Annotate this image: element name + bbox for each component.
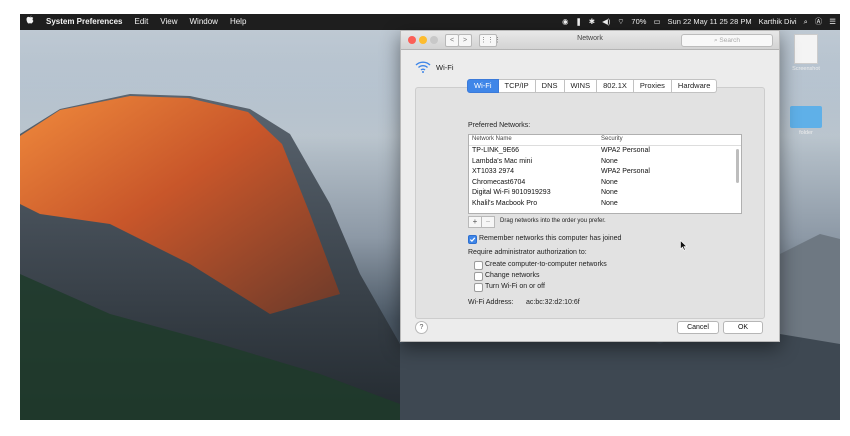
table-row[interactable]: Digital Wi-Fi 9010919293 None (469, 188, 741, 199)
create-networks-label: Create computer-to-computer networks (485, 261, 607, 268)
tab-hardware[interactable]: Hardware (671, 79, 718, 93)
desktop-folder-label: folder (799, 130, 813, 136)
admin-auth-label: Require administrator authorization to: (468, 249, 587, 256)
search-icon: ⌕ (713, 37, 718, 44)
help-button[interactable]: ? (415, 321, 428, 334)
change-networks-checkbox[interactable] (474, 272, 483, 281)
siri-icon[interactable]: Ⓐ (815, 14, 823, 30)
wifi-section-title: Wi-Fi (436, 62, 454, 72)
checkmark-icon (469, 237, 476, 242)
folder-icon (790, 106, 822, 128)
table-row[interactable]: Chromecast6704 None (469, 178, 741, 189)
toggle-wifi-checkbox[interactable] (474, 283, 483, 292)
mouse-pointer-icon (680, 240, 688, 251)
create-networks-checkbox[interactable] (474, 261, 483, 270)
battery-percent[interactable]: 70% (631, 14, 646, 30)
menu-app-name[interactable]: System Preferences (40, 14, 129, 30)
table-header: Network Name Security (469, 135, 741, 146)
chat-icon[interactable]: ❚ (576, 14, 582, 30)
network-security: None (601, 199, 618, 207)
change-networks-label: Change networks (485, 272, 540, 279)
tab-tcpip[interactable]: TCP/IP (498, 79, 536, 93)
menu-bar: System Preferences Edit View Window Help… (20, 14, 840, 30)
network-name: TP-LINK_9E66 (472, 147, 520, 154)
tab-8021x[interactable]: 802.1X (597, 79, 634, 93)
document-icon (794, 34, 818, 64)
menu-help[interactable]: Help (224, 14, 252, 30)
network-preferences-window: < > ⋮⋮⋮ Network ⌕ Search Wi-Fi Preferred… (400, 30, 780, 342)
user-name[interactable]: Karthik Divi (759, 14, 797, 30)
toggle-wifi-label: Turn Wi-Fi on or off (485, 283, 545, 290)
desktop-file-item[interactable]: Screenshot (788, 34, 824, 72)
apple-menu-icon[interactable] (20, 14, 40, 30)
network-name: XT1033 2974 (472, 168, 515, 175)
wifi-header: Wi-Fi (415, 61, 454, 73)
ok-button[interactable]: OK (723, 321, 763, 334)
desktop: System Preferences Edit View Window Help… (20, 14, 840, 420)
table-row[interactable]: Lambda's Mac mini None (469, 157, 741, 168)
network-name: Chromecast6704 (472, 178, 526, 186)
wifi-address-value: ac:bc:32:d2:10:6f (526, 299, 580, 306)
scrollbar[interactable] (736, 149, 739, 183)
table-row[interactable]: Khalil's Macbook Pro None (469, 199, 741, 210)
bluetooth-icon[interactable]: ✱ (589, 14, 595, 30)
menu-edit[interactable]: Edit (129, 14, 155, 30)
remember-networks-checkbox[interactable] (468, 235, 477, 244)
desktop-file-label: Screenshot (792, 66, 820, 72)
desktop-folder-item[interactable]: folder (786, 106, 826, 136)
table-row[interactable]: TP-LINK_9E66 WPA2 Personal (469, 146, 741, 157)
preferred-networks-table[interactable]: Network Name Security TP-LINK_9E66 WPA2 P… (468, 134, 742, 214)
column-security[interactable]: Security (601, 136, 623, 142)
record-icon[interactable]: ◉ (562, 14, 569, 30)
remove-network-button[interactable]: − (481, 216, 495, 228)
network-name: Khalil's Macbook Pro (472, 199, 538, 207)
network-name: Digital Wi-Fi 9010919293 (472, 189, 551, 196)
title-bar: < > ⋮⋮⋮ Network ⌕ Search (401, 31, 779, 50)
drag-hint: Drag networks into the order you prefer. (500, 218, 606, 224)
search-field[interactable]: ⌕ Search (681, 34, 773, 47)
notification-center-icon[interactable]: ☰ (829, 14, 836, 30)
tab-proxies[interactable]: Proxies (633, 79, 672, 93)
search-placeholder: Search (719, 37, 741, 44)
tab-wins[interactable]: WINS (564, 79, 598, 93)
settings-panel: Preferred Networks: Network Name Securit… (415, 87, 765, 319)
table-row[interactable]: XT1033 2974 WPA2 Personal (469, 167, 741, 178)
network-security: None (601, 157, 618, 165)
volume-icon[interactable]: ◀) (602, 14, 610, 30)
menu-window[interactable]: Window (184, 14, 224, 30)
network-security: WPA2 Personal (601, 147, 650, 154)
tab-bar: Wi-Fi TCP/IP DNS WINS 802.1X Proxies Har… (467, 79, 718, 93)
tab-wifi[interactable]: Wi-Fi (467, 79, 499, 93)
remember-networks-label: Remember networks this computer has join… (479, 235, 622, 242)
network-security: None (601, 178, 618, 186)
tab-dns[interactable]: DNS (535, 79, 565, 93)
clock[interactable]: Sun 22 May 11 25 28 PM (668, 14, 752, 30)
network-security: WPA2 Personal (601, 168, 650, 175)
add-network-button[interactable]: + (468, 216, 482, 228)
cancel-button[interactable]: Cancel (677, 321, 719, 334)
wifi-status-icon[interactable]: ⌔ (617, 14, 624, 30)
network-name: Lambda's Mac mini (472, 157, 533, 165)
battery-icon[interactable]: ▭ (653, 14, 660, 30)
preferred-networks-label: Preferred Networks: (468, 122, 531, 129)
wifi-icon (415, 61, 431, 73)
wifi-address-label: Wi-Fi Address: (468, 299, 514, 306)
column-network-name[interactable]: Network Name (472, 136, 512, 142)
network-security: None (601, 189, 618, 196)
spotlight-icon[interactable]: ⌕ (804, 14, 808, 30)
menu-view[interactable]: View (154, 14, 183, 30)
